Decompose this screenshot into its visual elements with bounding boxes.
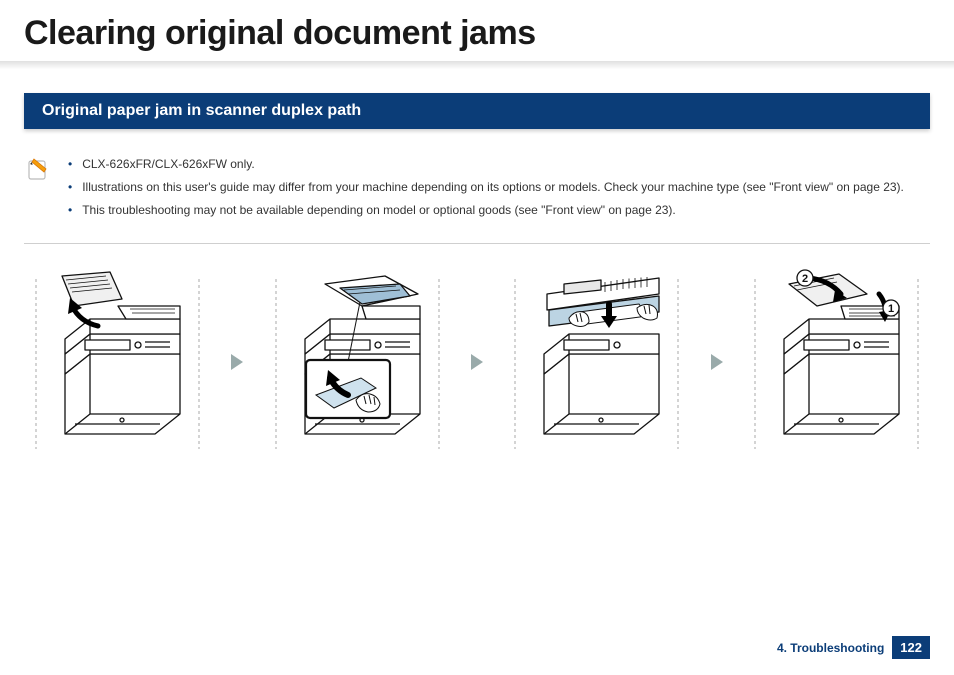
page-footer: 4. Troubleshooting 122 (777, 636, 930, 659)
note-list: CLX-626xFR/CLX-626xFW only. Illustration… (62, 153, 904, 221)
note-item: Illustrations on this user's guide may d… (62, 176, 904, 199)
note-item: This troubleshooting may not be availabl… (62, 199, 904, 222)
step-2-remove-paper-adf (270, 264, 445, 459)
arrow-icon (709, 352, 725, 372)
step-3-lift-scanner-remove-paper (509, 264, 684, 459)
step-4-close-covers: 2 1 (749, 264, 924, 459)
footer-page-number: 122 (892, 636, 930, 659)
section-heading: Original paper jam in scanner duplex pat… (24, 93, 930, 129)
note-icon (24, 155, 52, 183)
step-sequence: 2 1 (0, 264, 954, 459)
divider (24, 243, 930, 244)
page-title: Clearing original document jams (0, 0, 954, 61)
step4-badge-1: 1 (888, 303, 894, 315)
arrow-icon (469, 352, 485, 372)
arrow-icon (229, 352, 245, 372)
footer-chapter: 4. Troubleshooting (777, 641, 884, 655)
step-1-open-cover (30, 264, 205, 459)
note-box: CLX-626xFR/CLX-626xFW only. Illustration… (24, 147, 930, 235)
note-item: CLX-626xFR/CLX-626xFW only. (62, 153, 904, 176)
title-divider (0, 61, 954, 73)
step4-badge-2: 2 (802, 273, 808, 285)
